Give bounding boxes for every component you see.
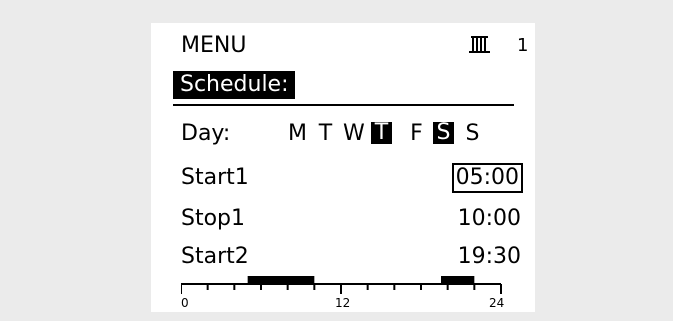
heating-circuit-icon — [467, 32, 511, 58]
day-2[interactable]: T — [315, 121, 336, 147]
start1-label: Start1 — [181, 165, 249, 190]
day-1[interactable]: M — [287, 121, 308, 147]
start2-label: Start2 — [181, 244, 249, 269]
timeline-label-12: 12 — [335, 296, 350, 310]
circuit-number: 1 — [517, 35, 529, 56]
day-3[interactable]: W — [343, 121, 365, 147]
stop1-label: Stop1 — [181, 206, 246, 231]
start2-time-field[interactable]: 19:30 — [458, 244, 521, 270]
schedule-timeline: 0 12 24 — [181, 276, 504, 310]
active-period-block-2 — [441, 276, 475, 284]
day-6[interactable]: S — [433, 122, 454, 144]
heading-divider — [173, 104, 514, 106]
day-4[interactable]: T — [371, 122, 392, 144]
schedule-heading: Schedule: — [173, 71, 295, 99]
day-7[interactable]: S — [462, 121, 483, 147]
day-5[interactable]: F — [406, 121, 427, 147]
menu-title: MENU — [181, 33, 247, 58]
stop1-time-field[interactable]: 10:00 — [458, 206, 521, 232]
day-label: Day: — [181, 121, 231, 146]
controller-display: MENU 1 Schedule: Day: MTWTFSS Start1 05:… — [151, 23, 535, 312]
timeline-label-0: 0 — [181, 296, 189, 310]
timeline-label-24: 24 — [489, 296, 504, 310]
start1-time-field[interactable]: 05:00 — [451, 163, 523, 193]
active-period-block-1 — [247, 276, 315, 284]
